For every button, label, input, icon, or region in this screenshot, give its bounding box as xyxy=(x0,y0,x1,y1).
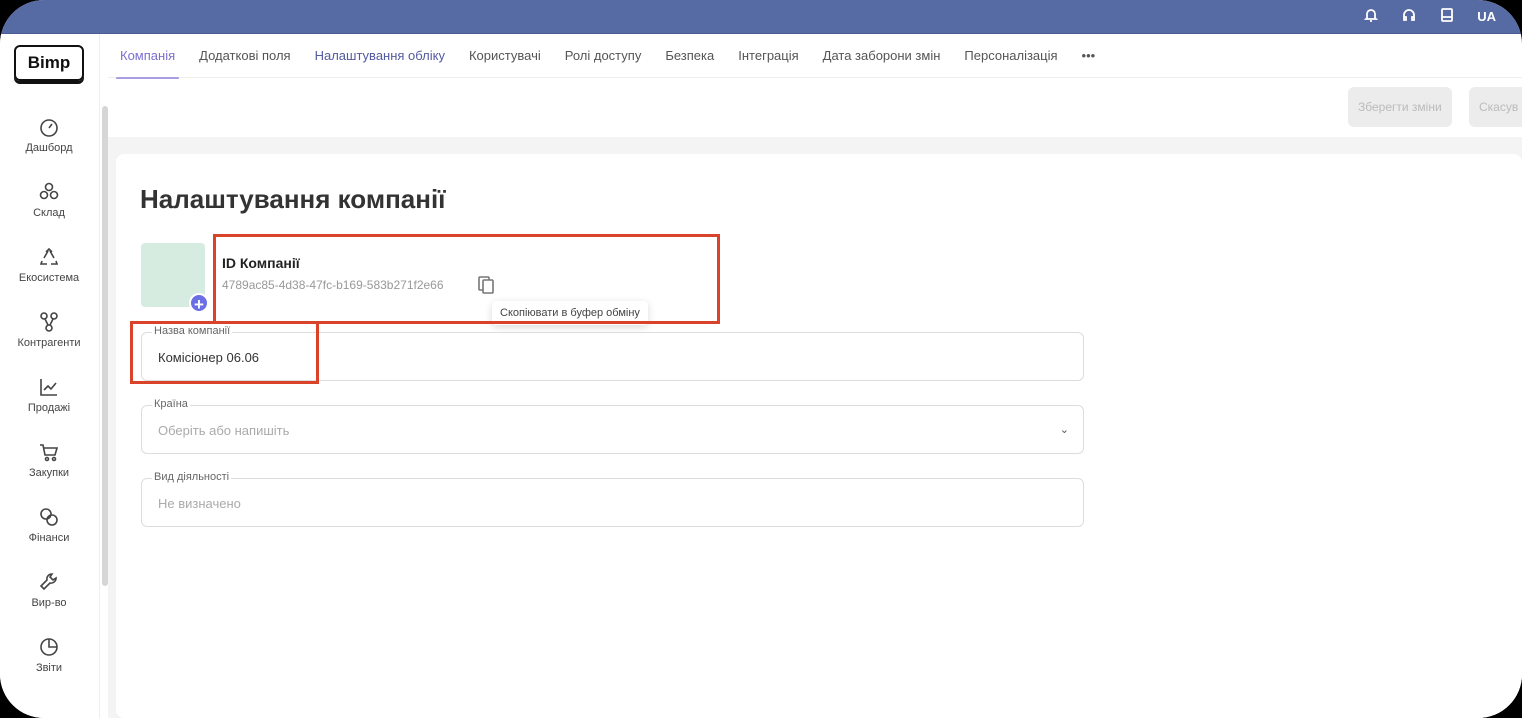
sidebar-item-label: Дашборд xyxy=(25,142,73,154)
book-icon[interactable] xyxy=(1439,7,1455,26)
gauge-icon xyxy=(40,119,58,137)
logo[interactable]: Bimp xyxy=(14,45,84,81)
boxes-icon xyxy=(39,182,59,200)
sidebar-item-8[interactable]: Звіти xyxy=(0,636,98,674)
sidebar-item-5[interactable]: Закупки xyxy=(0,441,98,479)
sidebar-item-2[interactable]: Екосистема xyxy=(0,246,98,284)
content-area: Налаштування компанії + ID Компанії 4789… xyxy=(108,137,1522,718)
save-button[interactable]: Зберегти зміни xyxy=(1348,87,1452,127)
more-tabs-button[interactable]: ••• xyxy=(1082,34,1096,78)
sidebar-item-label: Звіти xyxy=(35,662,63,674)
sidebar-item-1[interactable]: Склад xyxy=(0,181,98,219)
tab-1[interactable]: Додаткові поля xyxy=(199,34,290,78)
sidebar-item-label: Контрагенти xyxy=(17,337,81,349)
country-placeholder: Оберіть або напишіть xyxy=(158,423,290,438)
tab-0[interactable]: Компанія xyxy=(115,34,180,80)
sidebar-item-label: Фінанси xyxy=(28,532,70,544)
tab-6[interactable]: Інтеграція xyxy=(738,34,798,78)
top-bar: UA xyxy=(0,0,1522,34)
company-settings-card: Налаштування компанії + ID Компанії 4789… xyxy=(116,154,1522,718)
pie-chart-icon xyxy=(40,638,58,656)
headset-icon[interactable] xyxy=(1401,7,1417,26)
sidebar-item-label: Вир-во xyxy=(31,597,67,609)
sidebar-item-label: Екосистема xyxy=(18,272,80,284)
cancel-button[interactable]: Скасув xyxy=(1469,87,1522,127)
chevron-down-icon[interactable]: ⌄ xyxy=(1060,423,1069,436)
sidebar-item-6[interactable]: Фінанси xyxy=(0,506,98,544)
sidebar-item-4[interactable]: Продажі xyxy=(0,376,98,414)
activity-type-field[interactable]: Вид діяльності Не визначено xyxy=(141,471,1084,527)
field-label: Країна xyxy=(152,398,190,410)
add-logo-icon[interactable]: + xyxy=(189,293,209,314)
language-switch[interactable]: UA xyxy=(1477,9,1496,24)
coins-icon xyxy=(40,508,58,526)
sidebar-item-label: Продажі xyxy=(27,402,71,414)
bell-icon[interactable] xyxy=(1363,7,1379,26)
chart-line-icon xyxy=(40,379,57,396)
highlight-box-name xyxy=(130,321,319,384)
highlight-box-id xyxy=(213,234,720,324)
network-icon xyxy=(40,312,58,332)
tab-2[interactable]: Налаштування обліку xyxy=(315,34,445,78)
page-title: Налаштування компанії xyxy=(140,184,446,214)
wrench-icon xyxy=(39,573,57,591)
cart-icon xyxy=(40,444,59,462)
activity-type-placeholder: Не визначено xyxy=(158,496,241,511)
tab-5[interactable]: Безпека xyxy=(665,34,714,78)
sidebar-item-3[interactable]: Контрагенти xyxy=(0,311,98,349)
tab-7[interactable]: Дата заборони змін xyxy=(823,34,941,78)
app-window: UA Bimp Дашборд Склад Екосистема Контрагент… xyxy=(0,0,1522,718)
tab-3[interactable]: Користувачі xyxy=(469,34,541,78)
field-label: Вид діяльності xyxy=(152,471,232,483)
toolbar: Зберегти зміни Скасув xyxy=(108,79,1522,137)
sidebar-item-7[interactable]: Вир-во xyxy=(0,571,98,609)
sidebar-item-0[interactable]: Дашборд xyxy=(0,116,98,154)
recycle-icon xyxy=(39,247,59,265)
country-select[interactable]: Країна Оберіть або напишіть ⌄ xyxy=(141,398,1084,454)
settings-tabs: Компанія Додаткові поля Налаштування облік… xyxy=(108,34,1522,80)
sidebar-item-label: Склад xyxy=(33,207,65,219)
tab-8[interactable]: Персоналізація xyxy=(964,34,1057,78)
tab-4[interactable]: Ролі доступу xyxy=(565,34,642,78)
sidebar-item-label: Закупки xyxy=(28,467,70,479)
